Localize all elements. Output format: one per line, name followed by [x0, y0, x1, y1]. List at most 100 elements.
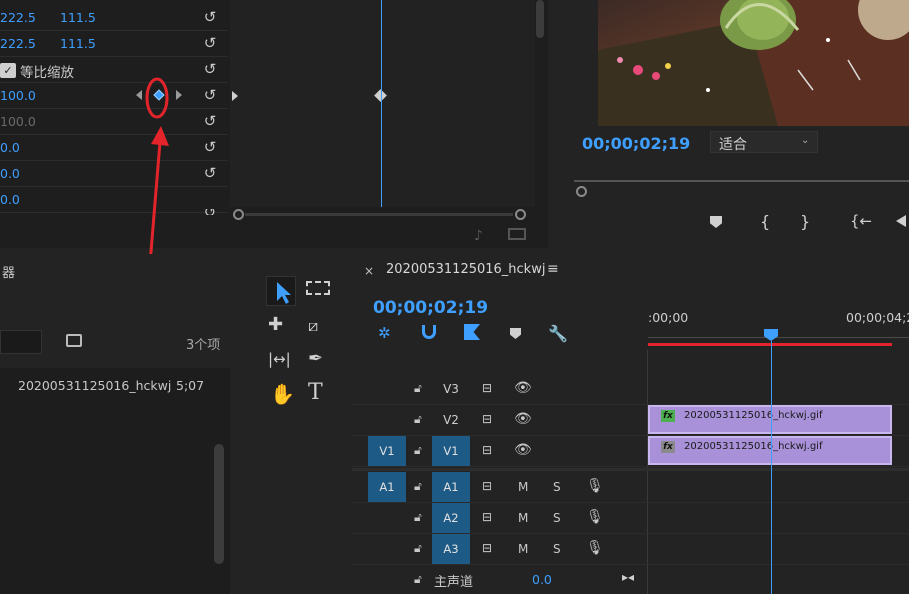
close-tab-icon[interactable]: ×	[364, 264, 374, 278]
zoom-select-value: 适合	[719, 137, 747, 153]
microphone-icon[interactable]: 🎙︎	[586, 509, 604, 525]
clip-name: 20200531125016_hckwj.gif	[684, 410, 823, 421]
eye-icon[interactable]: 👁︎	[514, 380, 532, 396]
eye-icon[interactable]: 👁︎	[514, 411, 532, 427]
program-ruler[interactable]	[574, 172, 909, 186]
position-x-value[interactable]: 222.5	[0, 10, 36, 25]
annotation-arrow-head	[151, 126, 169, 146]
sequence-tab-title[interactable]: 20200531125016_hckwj	[386, 262, 545, 277]
project-list[interactable]: 20200531125016_hckwj 5;07	[0, 368, 230, 594]
sync-lock-icon[interactable]: ⊟	[482, 510, 492, 524]
ripple-edit-icon[interactable]: ✚	[268, 314, 283, 335]
go-to-in-icon[interactable]: {←	[850, 212, 872, 230]
eye-icon[interactable]: 👁︎	[514, 442, 532, 458]
solo-button[interactable]: S	[553, 511, 561, 525]
go-to-end-icon[interactable]: ▸◂	[622, 570, 634, 584]
track-select-icon[interactable]	[306, 281, 330, 295]
source-patch-a1[interactable]: A1	[368, 472, 406, 502]
microphone-icon[interactable]: 🎙︎	[586, 478, 604, 494]
type-tool-icon[interactable]: T	[308, 380, 323, 405]
reset-icon[interactable]: ↺	[201, 60, 219, 78]
project-search-input[interactable]	[0, 330, 42, 354]
mute-button[interactable]: M	[518, 511, 528, 525]
reset-icon[interactable]: ↺	[201, 86, 219, 104]
zoom-scrollbar[interactable]	[233, 209, 526, 220]
reset-icon[interactable]: ↺	[201, 8, 219, 26]
reset-icon[interactable]: ↺	[201, 112, 219, 130]
track-name-a1[interactable]: A1	[432, 472, 470, 502]
mute-button[interactable]: M	[518, 480, 528, 494]
zoom-select[interactable]: 适合 ⌄	[710, 131, 818, 153]
lock-icon[interactable]: 🔓︎	[414, 381, 422, 396]
wrench-icon[interactable]: 🔧	[548, 324, 568, 343]
rotation-value[interactable]: 0.0	[0, 140, 20, 155]
fx-badge: fx	[661, 410, 675, 422]
playhead-handle[interactable]	[764, 329, 778, 341]
project-item-name[interactable]: 20200531125016_hckwj	[18, 378, 171, 393]
program-timecode[interactable]: 00;00;02;19	[582, 134, 690, 153]
lock-icon[interactable]: 🔓︎	[414, 572, 422, 587]
audio-clip-icon[interactable]: ♪	[474, 228, 483, 244]
export-icon[interactable]	[508, 228, 526, 240]
razor-icon[interactable]: ⧄	[308, 316, 318, 336]
sync-lock-icon[interactable]: ⊟	[482, 381, 492, 395]
step-back-icon[interactable]	[896, 215, 906, 227]
add-marker-icon[interactable]	[510, 328, 521, 339]
reset-icon[interactable]: ↺	[201, 164, 219, 182]
solo-button[interactable]: S	[553, 480, 561, 494]
lock-icon[interactable]: 🔓︎	[414, 541, 422, 556]
source-patch-v1[interactable]: V1	[368, 436, 406, 466]
anchor-value[interactable]: 0.0	[0, 166, 20, 181]
scroll-handle-right[interactable]	[515, 209, 526, 220]
reset-icon[interactable]: ↺	[201, 138, 219, 156]
video-preview[interactable]	[598, 0, 909, 126]
position-y-value[interactable]: 111.5	[60, 10, 96, 25]
sync-lock-icon[interactable]: ⊟	[482, 541, 492, 555]
mark-out-icon[interactable]: }	[800, 212, 810, 231]
ruler-start-label: :00;00	[648, 310, 689, 325]
clip-v2[interactable]: fx 20200531125016_hckwj.gif	[648, 405, 892, 434]
mark-in-icon[interactable]: {	[760, 212, 770, 231]
reset-icon[interactable]: ↺	[201, 209, 219, 215]
selection-tool[interactable]	[266, 276, 296, 306]
sync-lock-icon[interactable]: ⊟	[482, 412, 492, 426]
marker-icon[interactable]	[710, 216, 722, 228]
uniform-scale-checkbox[interactable]: ✓	[0, 63, 16, 78]
slip-icon[interactable]: |↔|	[268, 350, 291, 368]
linked-selection-icon[interactable]	[464, 324, 480, 340]
snap-icon[interactable]	[422, 325, 436, 339]
lock-icon[interactable]: 🔓︎	[414, 479, 422, 494]
flicker-value[interactable]: 0.0	[0, 192, 20, 207]
track-name-a3[interactable]: A3	[432, 534, 470, 564]
track-name-v1[interactable]: V1	[432, 436, 470, 466]
scroll-handle-left[interactable]	[233, 209, 244, 220]
clip-v1[interactable]: fx 20200531125016_hckwj.gif	[648, 436, 892, 465]
sync-lock-icon[interactable]: ⊟	[482, 443, 492, 457]
lock-icon[interactable]: 🔓︎	[414, 510, 422, 525]
microphone-icon[interactable]: 🎙︎	[586, 540, 604, 556]
program-zoom-handle[interactable]	[576, 186, 587, 197]
pen-icon[interactable]: ✒	[308, 348, 323, 369]
master-volume-value[interactable]: 0.0	[532, 572, 552, 587]
work-area-bar[interactable]	[648, 343, 892, 346]
search-bin-icon[interactable]	[66, 334, 82, 347]
time-ruler[interactable]	[648, 326, 909, 338]
project-title: 器	[2, 266, 16, 281]
keyframe-timeline[interactable]	[230, 0, 535, 207]
lock-icon[interactable]: 🔓︎	[414, 412, 422, 427]
sequence-timecode[interactable]: 00;00;02;19	[373, 298, 488, 318]
solo-button[interactable]: S	[553, 542, 561, 556]
lock-icon[interactable]: 🔓︎	[414, 443, 422, 458]
vertical-scrollbar[interactable]	[536, 0, 544, 38]
hand-icon[interactable]: ✋	[270, 382, 295, 406]
nest-icon[interactable]: ✲	[378, 324, 391, 342]
anchor-y-value[interactable]: 111.5	[60, 36, 96, 51]
scale-value[interactable]: 100.0	[0, 88, 36, 103]
sync-lock-icon[interactable]: ⊟	[482, 479, 492, 493]
project-scrollbar[interactable]	[214, 444, 224, 564]
track-name-a2[interactable]: A2	[432, 503, 470, 533]
menu-icon[interactable]: ≡	[547, 261, 559, 277]
mute-button[interactable]: M	[518, 542, 528, 556]
anchor-x-value[interactable]: 222.5	[0, 36, 36, 51]
reset-icon[interactable]: ↺	[201, 34, 219, 52]
